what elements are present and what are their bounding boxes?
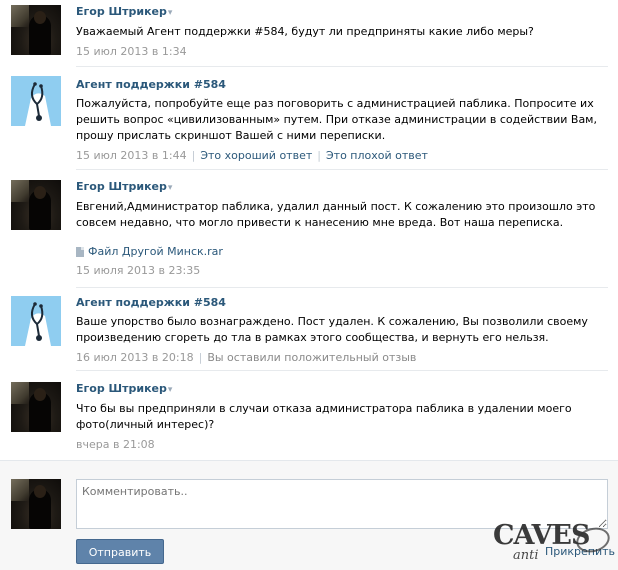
stethoscope-icon bbox=[11, 296, 61, 346]
message-date[interactable]: вчера в 21:08 bbox=[76, 438, 155, 451]
chevron-down-icon[interactable]: ▾ bbox=[168, 183, 173, 193]
message-text: Что бы вы предприняли в случаи отказа ад… bbox=[76, 402, 572, 431]
user-avatar[interactable] bbox=[11, 180, 61, 230]
chevron-down-icon[interactable]: ▾ bbox=[168, 385, 173, 395]
feedback-status: Вы оставили положительный отзыв bbox=[207, 351, 417, 364]
message-text: Пожалуйста, попробуйте еще раз поговорит… bbox=[76, 97, 597, 142]
message-text: Ваше упорство было вознаграждено. Пост у… bbox=[76, 315, 588, 344]
message-divider bbox=[76, 66, 608, 67]
chevron-down-icon[interactable]: ▾ bbox=[168, 8, 173, 18]
message-date[interactable]: 15 июл 2013 в 1:34 bbox=[76, 45, 187, 58]
message-divider bbox=[76, 287, 608, 288]
agent-avatar[interactable] bbox=[11, 296, 61, 346]
message-author[interactable]: Агент поддержки #584 bbox=[76, 296, 608, 310]
send-button[interactable]: Отправить bbox=[76, 539, 164, 564]
message-author[interactable]: Егор Штрикер▾ bbox=[76, 180, 608, 195]
message-author[interactable]: Егор Штрикер▾ bbox=[76, 382, 608, 397]
user-avatar[interactable] bbox=[11, 5, 61, 55]
watermark-logo: CAVES bbox=[493, 520, 591, 551]
message-author[interactable]: Егор Штрикер▾ bbox=[76, 5, 608, 20]
file-icon bbox=[76, 247, 84, 257]
attachment-link[interactable]: Файл Другой Минск.rar bbox=[76, 245, 608, 259]
message-date[interactable]: 16 июл 2013 в 20:18 bbox=[76, 351, 194, 364]
stethoscope-icon bbox=[11, 76, 61, 126]
user-avatar[interactable] bbox=[11, 382, 61, 432]
message-date[interactable]: 15 июля 2013 в 23:35 bbox=[76, 264, 200, 277]
message-divider bbox=[76, 169, 608, 170]
agent-avatar[interactable] bbox=[11, 76, 61, 126]
message-date[interactable]: 15 июл 2013 в 1:44 bbox=[76, 149, 187, 162]
message-author[interactable]: Агент поддержки #584 bbox=[76, 78, 608, 92]
message-text: Евгений,Администратор паблика, удалил да… bbox=[76, 200, 596, 229]
watermark-sub: anti bbox=[513, 548, 539, 563]
bad-answer-link[interactable]: Это плохой ответ bbox=[326, 149, 428, 162]
message-text: Уважаемый Агент поддержки #584, будут ли… bbox=[76, 25, 534, 38]
message-divider bbox=[76, 370, 608, 371]
good-answer-link[interactable]: Это хороший ответ bbox=[200, 149, 312, 162]
current-user-avatar bbox=[11, 479, 61, 529]
